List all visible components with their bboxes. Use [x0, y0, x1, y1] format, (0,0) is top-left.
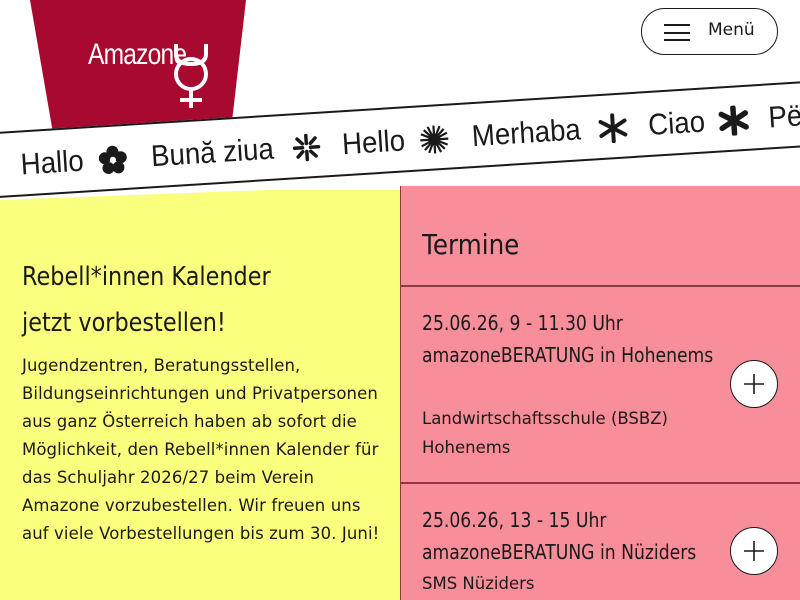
- promo-body: Jugendzentren, Beratungsstellen, Bildung…: [22, 356, 380, 543]
- hamburger-icon: [664, 24, 690, 41]
- plus-icon: [744, 374, 764, 394]
- event-heading[interactable]: 25.06.26, 9 - 11.30 Uhr amazoneBERATUNG …: [422, 307, 749, 371]
- menu-button[interactable]: Menü: [641, 8, 778, 55]
- promo-title-line: Rebell*innen Kalender: [22, 262, 271, 292]
- ticker-word: Bună ziua: [150, 132, 276, 174]
- menu-label: Menü: [708, 20, 755, 40]
- divider: [401, 285, 800, 287]
- plus-icon: [744, 541, 764, 561]
- promo-title[interactable]: Rebell*innen Kalender jetzt vorbestellen…: [22, 254, 383, 346]
- event-location: Landwirtschaftsschule (BSBZ) Hohenems: [422, 409, 668, 457]
- event-date-time: 25.06.26, 9 - 11.30 Uhr: [422, 311, 623, 335]
- expand-event-button[interactable]: [730, 527, 778, 575]
- expand-event-button[interactable]: [730, 360, 778, 408]
- ticker-word: Hallo: [19, 144, 85, 182]
- promo-title-line: jetzt vorbestellen!: [22, 308, 226, 338]
- asterisk-icon: [598, 113, 627, 144]
- divider: [401, 482, 800, 484]
- ticker-word: Për: [767, 98, 800, 135]
- event-date-time: 25.06.26, 13 - 15 Uhr: [422, 508, 607, 532]
- event-location: SMS Nüziders: [422, 574, 535, 593]
- ticker-word: Hello: [340, 124, 406, 162]
- venus-symbol-icon: [174, 44, 208, 108]
- star-burst-icon: [292, 133, 321, 162]
- ticker-word: Ciao: [646, 105, 706, 143]
- event-name: amazoneBERATUNG in Hohenems: [422, 343, 714, 367]
- event-heading[interactable]: 25.06.26, 13 - 15 Uhr amazoneBERATUNG in…: [422, 504, 749, 568]
- event-name: amazoneBERATUNG in Nüziders: [422, 540, 697, 564]
- ticker-word: Merhaba: [471, 113, 582, 154]
- flower-icon: [99, 145, 128, 174]
- events-title: Termine: [422, 228, 520, 261]
- asterisk-bold-icon: [718, 104, 750, 137]
- sun-icon: [420, 125, 449, 154]
